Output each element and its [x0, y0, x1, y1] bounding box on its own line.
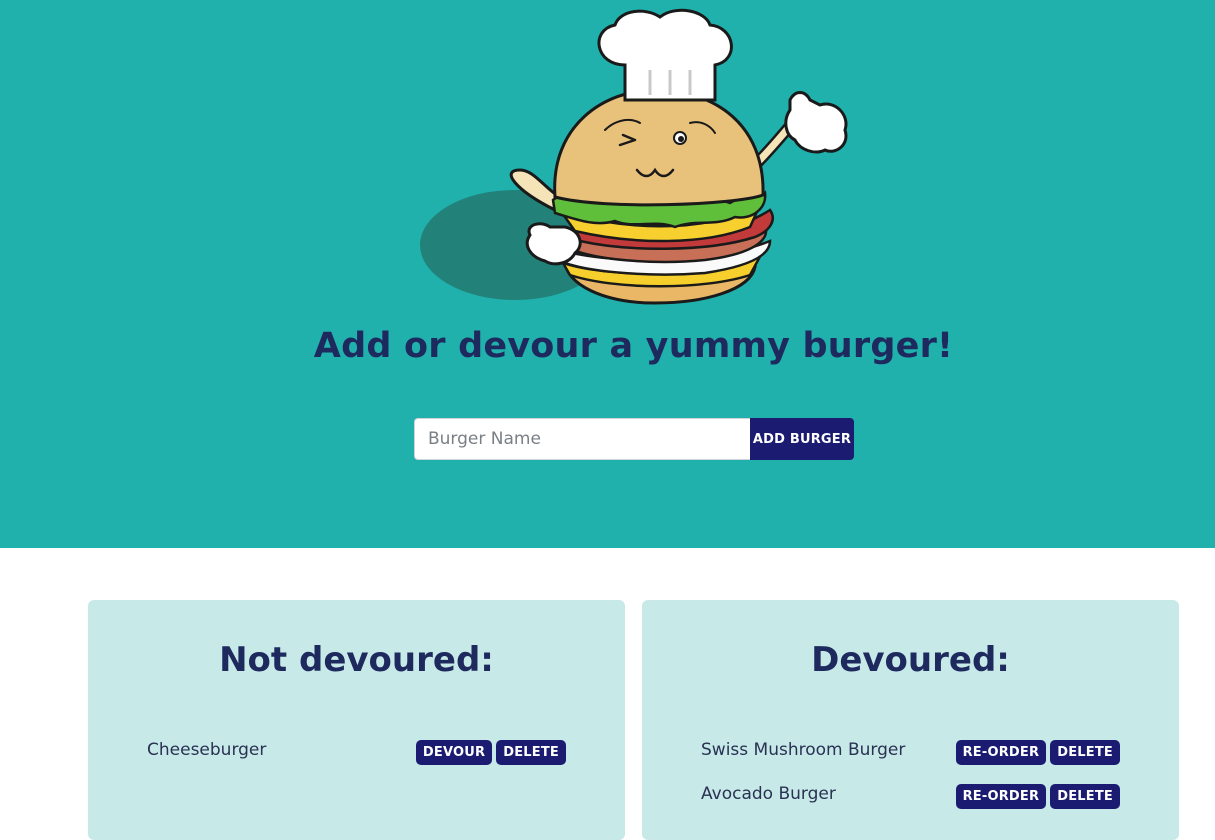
hero-banner: Add or devour a yummy burger! ADD BURGER — [0, 0, 1215, 548]
row-actions: RE-ORDER DELETE — [955, 740, 1120, 765]
delete-button[interactable]: DELETE — [496, 740, 566, 765]
list-item: Avocado Burger RE-ORDER DELETE — [642, 782, 1179, 809]
delete-button[interactable]: DELETE — [1050, 784, 1120, 809]
not-devoured-panel: Not devoured: Cheeseburger DEVOUR DELETE — [88, 600, 625, 840]
page-title: Add or devour a yummy burger! — [313, 326, 954, 366]
not-devoured-title: Not devoured: — [219, 640, 494, 680]
re-order-button[interactable]: RE-ORDER — [955, 784, 1047, 809]
add-burger-form: ADD BURGER — [414, 418, 854, 460]
burger-name: Cheeseburger — [147, 740, 267, 760]
devoured-title: Devoured: — [811, 640, 1010, 680]
row-actions: RE-ORDER DELETE — [955, 784, 1120, 809]
row-actions: DEVOUR DELETE — [415, 740, 566, 765]
list-item: Swiss Mushroom Burger RE-ORDER DELETE — [642, 738, 1179, 765]
chef-burger-mascot-image — [420, 8, 848, 305]
burger-name-input[interactable] — [414, 418, 750, 460]
devour-button[interactable]: DEVOUR — [415, 740, 493, 765]
delete-button[interactable]: DELETE — [1050, 740, 1120, 765]
re-order-button[interactable]: RE-ORDER — [955, 740, 1047, 765]
devoured-panel: Devoured: Swiss Mushroom Burger RE-ORDER… — [642, 600, 1179, 840]
list-item: Cheeseburger DEVOUR DELETE — [88, 738, 625, 765]
add-burger-button[interactable]: ADD BURGER — [750, 418, 854, 460]
burger-name: Swiss Mushroom Burger — [701, 740, 906, 760]
burger-name: Avocado Burger — [701, 784, 836, 804]
